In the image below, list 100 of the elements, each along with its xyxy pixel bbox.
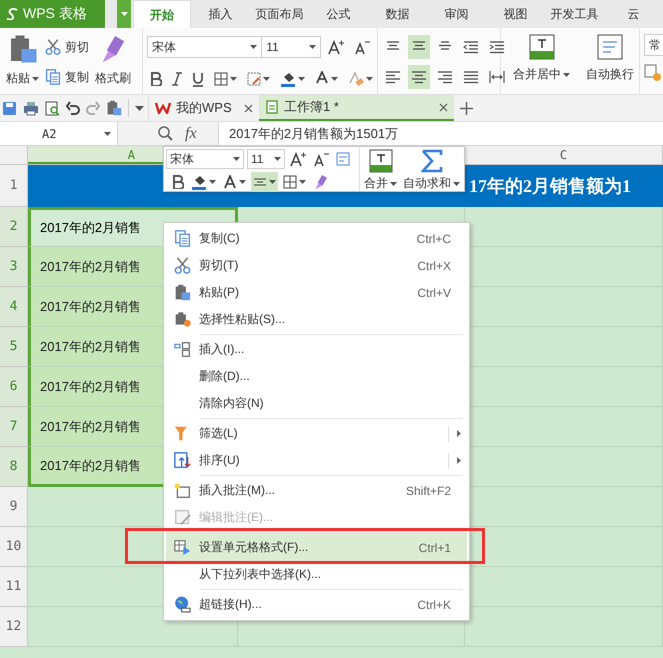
caret-icon [390, 182, 397, 186]
bold-icon [172, 175, 184, 189]
submenu-arrow-icon [457, 457, 461, 464]
bold-icon [150, 72, 162, 86]
preview-icon [45, 100, 60, 116]
indent-icon [489, 39, 505, 55]
format-cells-icon [174, 539, 191, 556]
caret-icon [120, 12, 128, 16]
menu-tab[interactable]: 开发工具 [545, 0, 604, 28]
save-button[interactable] [2, 100, 17, 116]
menu-tab[interactable]: 插入 [191, 0, 250, 28]
number-format-field[interactable]: 常 [644, 34, 663, 56]
menu-item[interactable]: 从下拉列表中选择(K)... [166, 561, 467, 588]
paste-quick-button[interactable] [106, 100, 122, 116]
close-tab-button[interactable] [244, 104, 253, 112]
align-center-icon [411, 69, 427, 85]
caret-icon [269, 180, 276, 184]
merge-center-button[interactable]: 合并居中 [511, 32, 572, 94]
clipboard-icon [174, 284, 191, 301]
menu-tab[interactable]: 数据 [368, 0, 427, 28]
caret-icon [104, 132, 111, 136]
menu-tab[interactable]: 审阅 [427, 0, 486, 28]
wrap-text-icon [336, 152, 350, 166]
magnifier-icon [158, 126, 173, 141]
align-center-button[interactable] [408, 65, 430, 89]
print-preview-button[interactable] [45, 100, 60, 116]
shrink-font-icon [313, 151, 329, 167]
copy-icon [45, 69, 61, 85]
menu-item[interactable]: 设置单元格格式(F)... Ctrl+1 [166, 531, 467, 561]
row-header[interactable]: 1 [0, 165, 28, 207]
note-pencil-icon [174, 509, 191, 526]
font-size-field[interactable]: 11 [261, 36, 321, 58]
row-header[interactable]: 9 [0, 487, 28, 527]
caret-icon [309, 45, 316, 49]
app-dropdown[interactable] [117, 0, 131, 28]
globe-link-icon [174, 596, 191, 613]
name-box[interactable]: A2 [0, 122, 118, 145]
row-header[interactable]: 10 [0, 527, 28, 567]
redo-icon [86, 101, 100, 115]
menu-tab[interactable]: 开始 [133, 0, 191, 28]
print-button[interactable] [23, 100, 39, 116]
wps-mark-icon [155, 102, 171, 114]
app-menu-button[interactable]: WPS 表格 [0, 0, 105, 28]
menu-tab[interactable]: 云 [604, 0, 663, 28]
caret-icon [233, 157, 240, 161]
merge-cells-icon [528, 34, 554, 60]
grow-font-icon [328, 39, 344, 55]
sort-icon [174, 452, 191, 469]
sigma-icon [420, 149, 442, 173]
menu-tab[interactable]: 公式 [309, 0, 368, 28]
borders-icon [214, 72, 228, 86]
clipboard-question-icon [174, 311, 191, 328]
paint-bucket-icon [280, 71, 296, 87]
underline-icon [192, 72, 204, 86]
plus-icon [460, 102, 473, 114]
document-tab[interactable]: 工作簿1 * [259, 95, 454, 121]
distribute-icon [489, 69, 505, 85]
document-tab[interactable]: 我的WPS [149, 95, 259, 121]
align-middle-button[interactable] [408, 35, 430, 59]
clipboard-icon [106, 100, 122, 116]
caret-icon [331, 77, 338, 81]
insert-cells-icon [174, 341, 191, 358]
spreadsheet-icon [265, 100, 279, 114]
outdent-icon [463, 39, 479, 55]
caret-icon [135, 106, 144, 110]
cut-button[interactable]: 剪切 [45, 36, 89, 58]
undo-icon [66, 101, 80, 115]
eraser-icon [348, 71, 364, 87]
caret-icon [366, 77, 373, 81]
font-size-field[interactable]: 11 [247, 149, 285, 169]
zoom-button[interactable] [158, 126, 173, 141]
caret-icon [250, 45, 258, 49]
caret-icon [299, 180, 306, 184]
caret-icon [32, 76, 39, 80]
paint-bucket-icon [191, 174, 207, 190]
bold-button[interactable] [170, 172, 186, 192]
customize-button[interactable] [135, 106, 144, 110]
menu-tab[interactable]: 页面布局 [250, 0, 309, 28]
close-icon [439, 102, 448, 112]
merge-cells-icon [368, 149, 392, 173]
insert-function-button[interactable]: fx [185, 124, 197, 142]
paste-button[interactable]: 粘贴 [4, 32, 41, 94]
copy-icon [174, 230, 191, 247]
formula-field[interactable]: 2017年的2月销售额为1501万 [218, 122, 663, 145]
align-icon [385, 69, 401, 85]
font-field[interactable]: 宋体 [166, 149, 244, 169]
close-tab-button[interactable] [439, 102, 448, 112]
menu-tab[interactable]: 视图 [486, 0, 545, 28]
row-header[interactable]: 11 [0, 567, 28, 607]
wrap-text-button[interactable]: 自动换行 [584, 32, 636, 94]
row-header[interactable]: 12 [0, 607, 28, 647]
font-field[interactable]: 宋体 [147, 36, 262, 58]
format-painter-button[interactable]: 格式刷 [93, 32, 133, 94]
align-center-button[interactable] [251, 172, 278, 192]
printer-icon [23, 100, 39, 116]
grow-font-icon [290, 151, 306, 167]
undo-button[interactable] [66, 101, 80, 115]
caret-icon [209, 180, 216, 184]
copy-button[interactable]: 复制 [45, 66, 89, 88]
caret-icon [298, 77, 305, 81]
